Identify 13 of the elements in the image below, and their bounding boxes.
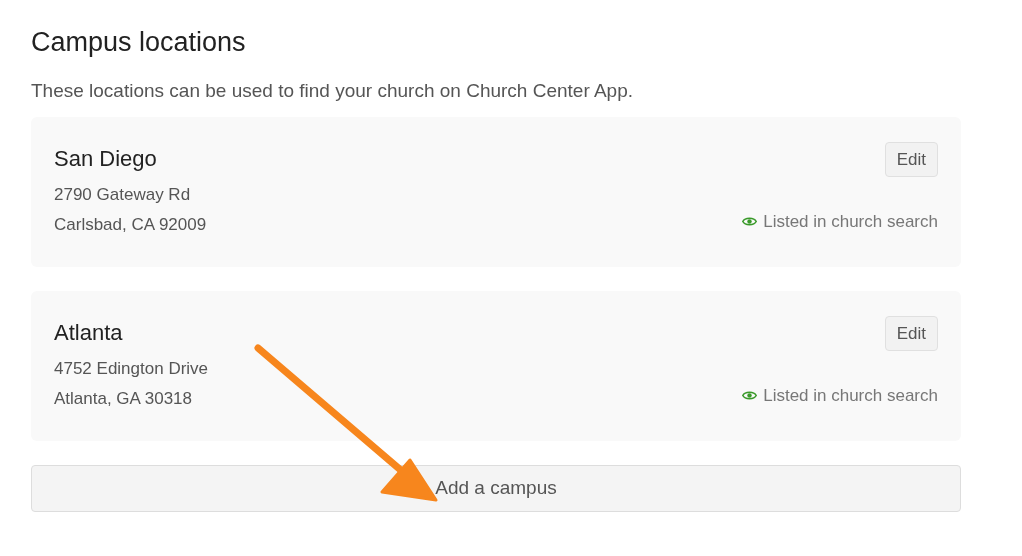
add-campus-button[interactable]: Add a campus [31, 465, 961, 512]
address-line: 4752 Edington Drive [54, 358, 209, 380]
edit-button[interactable]: Edit [884, 142, 938, 177]
listed-status: Listed in church search [763, 211, 938, 233]
address-line: 2790 Gateway Rd [54, 184, 191, 206]
address-line: Atlanta, GA 30318 [54, 388, 192, 410]
edit-button[interactable]: Edit [884, 316, 938, 351]
address-line: Carlsbad, CA 92009 [54, 214, 207, 236]
listed-status: Listed in church search [763, 385, 938, 407]
page-heading: Campus locations [31, 26, 246, 59]
campus-name: San Diego [54, 145, 157, 173]
description-text: These locations can be used to find your church on Church Center App. [31, 79, 634, 103]
campus-name: Atlanta [54, 319, 123, 347]
